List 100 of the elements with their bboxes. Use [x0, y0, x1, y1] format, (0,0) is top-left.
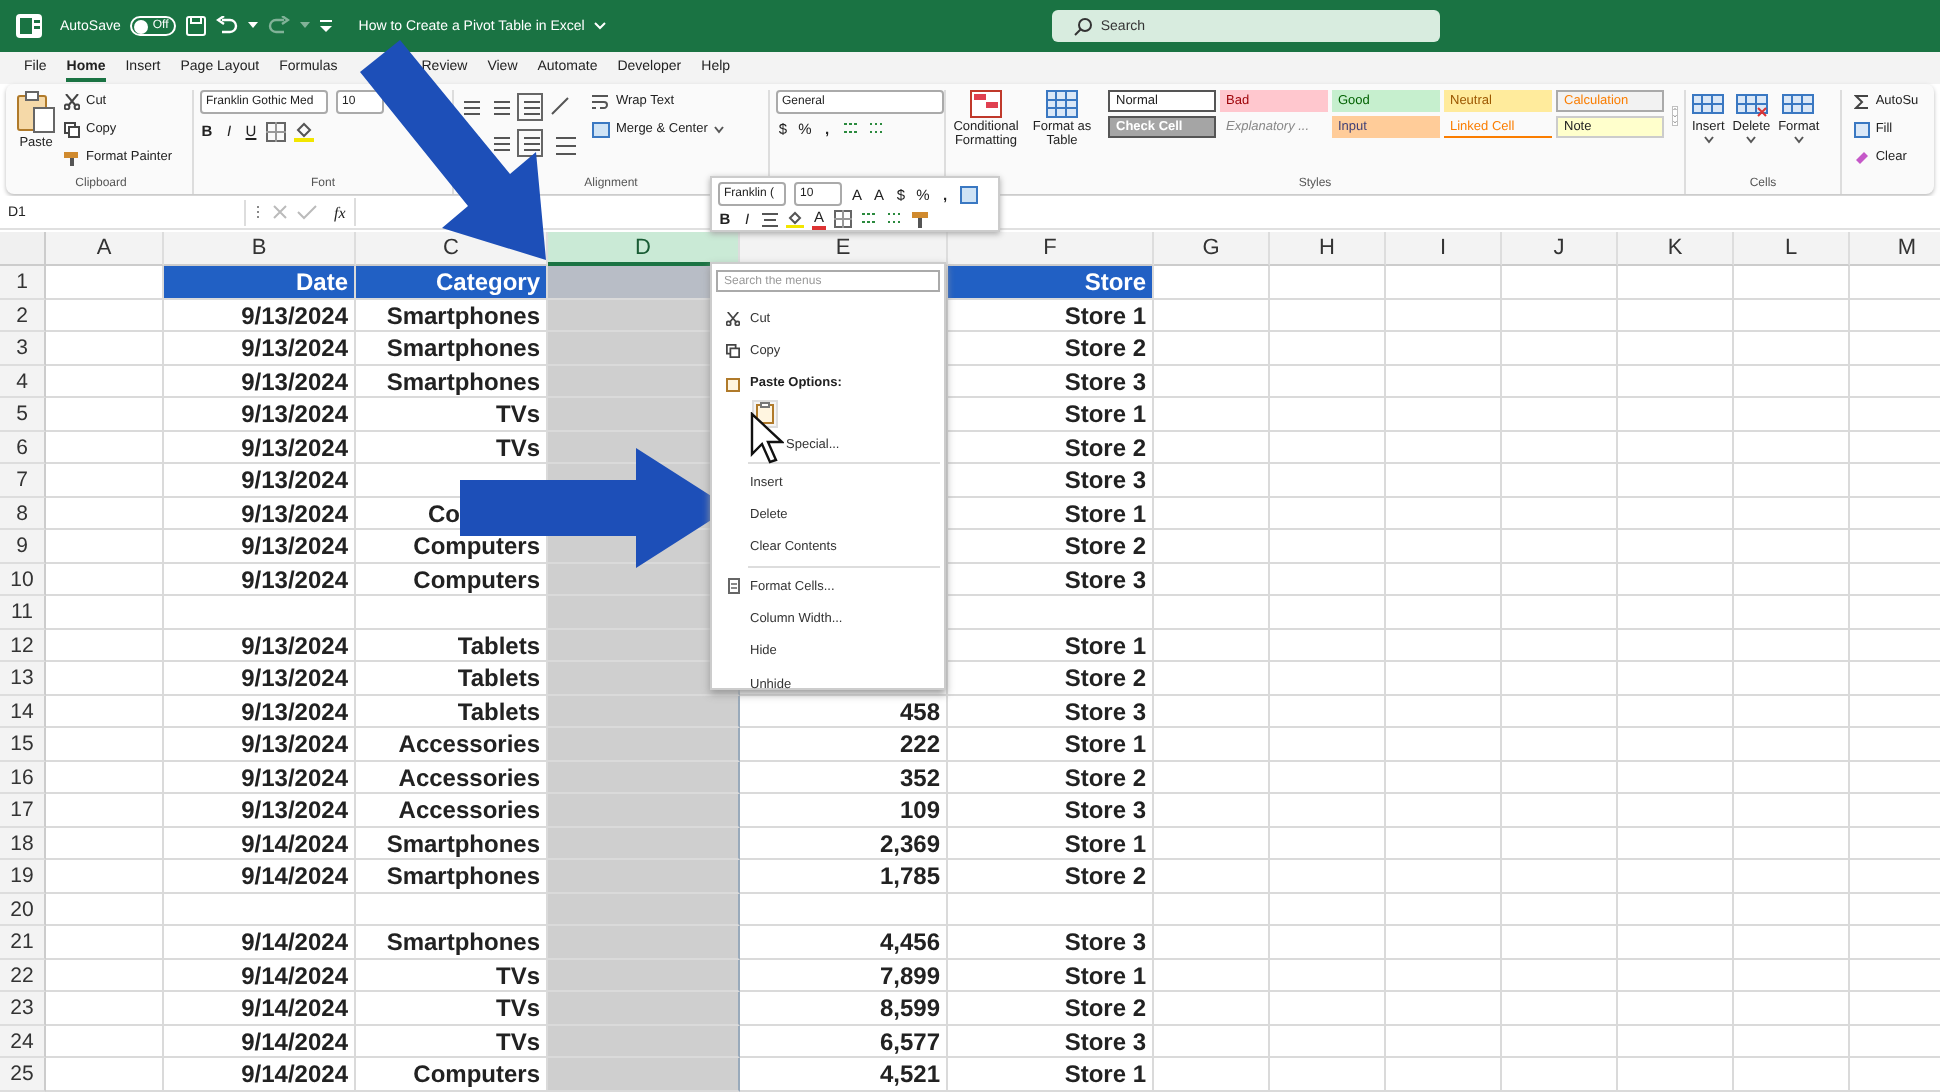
table-cell — [46, 992, 164, 1025]
table-cell: Store 3 — [948, 563, 1154, 596]
increase-decimal-icon[interactable] — [842, 120, 860, 138]
align-center-icon[interactable] — [762, 211, 778, 228]
customize-icon[interactable] — [320, 19, 333, 33]
row-number[interactable]: 16 — [0, 761, 46, 794]
table-cell — [1502, 365, 1618, 398]
table-cell: Store 1 — [948, 959, 1154, 992]
fill-color-icon[interactable] — [294, 120, 314, 142]
table-cell — [1154, 431, 1270, 464]
table-cell — [1270, 431, 1386, 464]
table-cell: Store 2 — [948, 860, 1154, 893]
undo-icon[interactable] — [216, 16, 239, 36]
brush-icon[interactable] — [912, 210, 930, 229]
table-cell: Store 1 — [948, 299, 1154, 332]
table-cell — [46, 398, 164, 431]
table-cell: 9/14/2024 — [164, 959, 356, 992]
row-number[interactable]: 1 — [0, 266, 46, 299]
chevron-down-icon[interactable] — [594, 22, 607, 30]
decrease-decimal-icon[interactable] — [886, 210, 904, 229]
caret-icon — [713, 125, 724, 133]
column-header[interactable]: F — [948, 232, 1154, 266]
table-cell — [46, 332, 164, 365]
insert-function-label[interactable]: fx — [334, 203, 346, 221]
row-number[interactable]: 4 — [0, 365, 46, 398]
row-number[interactable]: 2 — [0, 299, 46, 332]
table-cell — [1270, 959, 1386, 992]
borders-icon[interactable] — [834, 210, 852, 229]
table-cell — [1386, 959, 1502, 992]
row-number[interactable]: 19 — [0, 860, 46, 893]
decrease-decimal-icon[interactable] — [868, 120, 886, 138]
row-number[interactable]: 11 — [0, 596, 46, 629]
column-header[interactable]: J — [1502, 232, 1618, 266]
table-cell: 9/14/2024 — [164, 860, 356, 893]
table-cell — [1734, 596, 1850, 629]
table-cell — [46, 794, 164, 827]
table-cell — [1154, 728, 1270, 761]
table-cell — [1386, 530, 1502, 563]
table-cell — [1270, 926, 1386, 959]
table-cell — [1154, 827, 1270, 860]
column-header[interactable]: K — [1618, 232, 1734, 266]
caret-icon[interactable] — [248, 22, 259, 30]
table-cell — [1386, 398, 1502, 431]
row-number[interactable]: 3 — [0, 332, 46, 365]
caret-icon — [1746, 136, 1757, 145]
row-number[interactable]: 17 — [0, 794, 46, 827]
row-number[interactable]: 13 — [0, 662, 46, 695]
row-number[interactable]: 10 — [0, 563, 46, 596]
table-cell — [1734, 893, 1850, 926]
table-cell — [1734, 728, 1850, 761]
row-number[interactable]: 22 — [0, 959, 46, 992]
column-header[interactable]: B — [164, 232, 356, 266]
borders-icon[interactable] — [266, 121, 286, 141]
column-header[interactable]: H — [1270, 232, 1386, 266]
table-cell — [1154, 860, 1270, 893]
scissors-icon — [64, 93, 80, 109]
row-number[interactable]: 9 — [0, 530, 46, 563]
table-cell: 9/13/2024 — [164, 431, 356, 464]
table-cell — [1270, 497, 1386, 530]
row-number[interactable]: 20 — [0, 893, 46, 926]
row-number[interactable]: 8 — [0, 497, 46, 530]
table-cell — [1270, 827, 1386, 860]
merge-icon[interactable] — [960, 185, 978, 203]
column-header[interactable]: G — [1154, 232, 1270, 266]
row-number[interactable]: 15 — [0, 728, 46, 761]
column-header[interactable]: I — [1386, 232, 1502, 266]
table-cell — [1270, 860, 1386, 893]
column-header[interactable]: A — [46, 232, 164, 266]
column-header[interactable]: M — [1850, 232, 1940, 266]
row-number[interactable]: 24 — [0, 1025, 46, 1058]
row-number[interactable]: 21 — [0, 926, 46, 959]
column-header[interactable]: L — [1734, 232, 1850, 266]
fill-color-icon[interactable] — [786, 210, 804, 229]
row-number[interactable]: 5 — [0, 398, 46, 431]
table-cell: Store 1 — [948, 398, 1154, 431]
table-cell — [1618, 662, 1734, 695]
table-cell: 8,599 — [740, 992, 948, 1025]
table-cell: Store 2 — [948, 992, 1154, 1025]
row-number[interactable]: 25 — [0, 1058, 46, 1091]
row-number[interactable]: 6 — [0, 431, 46, 464]
save-icon[interactable] — [186, 16, 207, 36]
row-number[interactable]: 23 — [0, 992, 46, 1025]
column-header[interactable]: D — [548, 232, 740, 266]
fill-icon — [1853, 121, 1870, 137]
row-number[interactable]: 14 — [0, 695, 46, 728]
table-icon — [1046, 90, 1078, 118]
row-number[interactable]: 7 — [0, 464, 46, 497]
table-cell — [1386, 926, 1502, 959]
table-cell: 6,577 — [740, 1025, 948, 1058]
table-cell — [46, 959, 164, 992]
table-cell — [1618, 464, 1734, 497]
table-cell: 4,456 — [740, 926, 948, 959]
row-number[interactable]: 12 — [0, 629, 46, 662]
table-cell — [1154, 1058, 1270, 1091]
table-cell: 9/13/2024 — [164, 695, 356, 728]
table-cell — [1618, 1025, 1734, 1058]
row-number[interactable]: 18 — [0, 827, 46, 860]
table-cell — [1618, 596, 1734, 629]
increase-decimal-icon[interactable] — [860, 210, 878, 229]
header-cell: Date — [164, 266, 356, 299]
